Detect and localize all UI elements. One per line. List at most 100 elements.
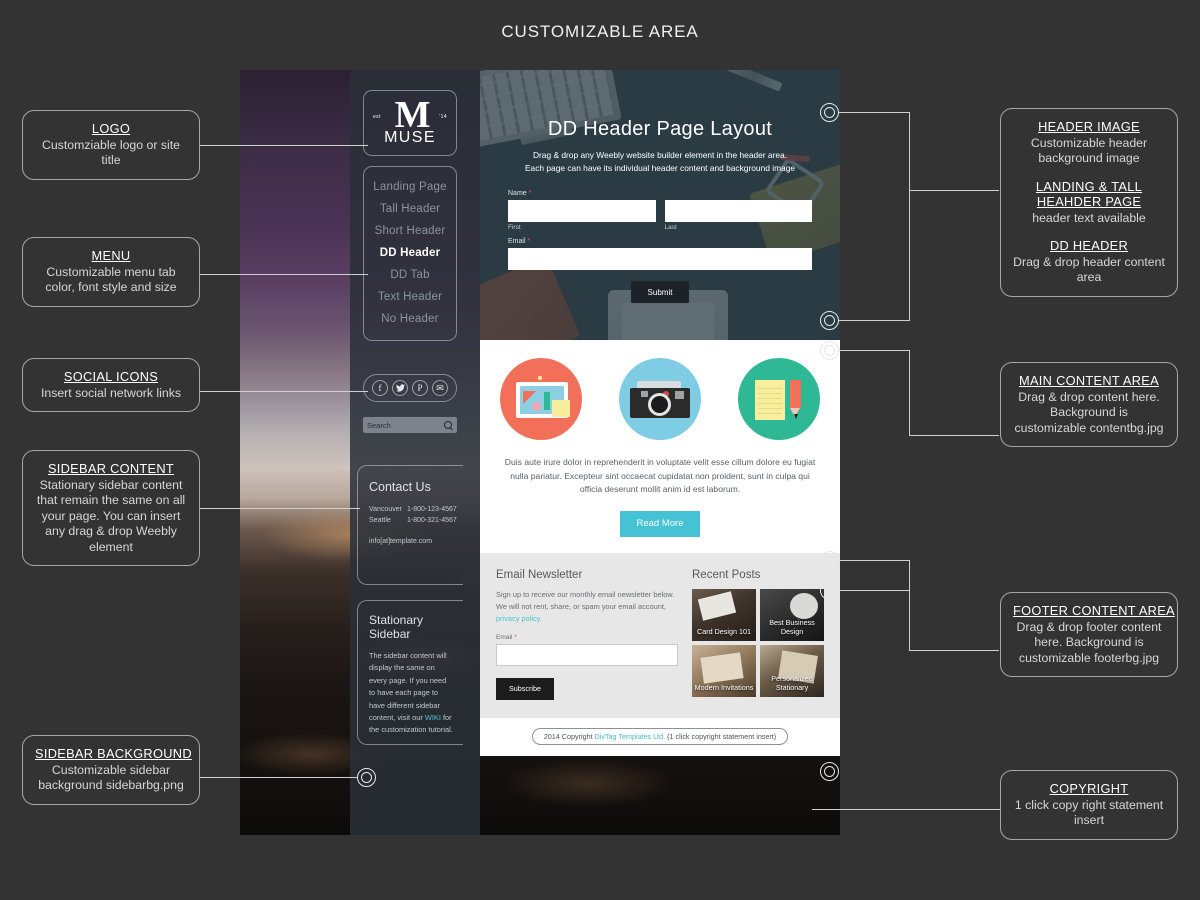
logo-mark: M est '14 [373,93,447,136]
recent-posts-grid: Card Design 101 Best Business Design Mod… [692,588,824,697]
twitter-icon[interactable] [392,380,408,396]
header-contact-form: Name * First Last Email * Submit [480,190,840,303]
post-thumbnail[interactable]: Modern Invitations [692,644,756,697]
marker-footer-bottom [820,762,839,781]
design-icon[interactable] [500,358,582,440]
diagram-stage: CUSTOMIZABLE AREA M est '14 MUSE Landing… [0,0,1200,900]
header-section: DD Header Page Layout Drag & drop any We… [480,70,840,340]
callout-menu: MENU Customizable menu tab color, font s… [22,237,200,307]
stationary-text-before: The sidebar content will display the sam… [369,651,447,723]
connector-main-v [909,350,910,435]
callout-title: HEADER IMAGE [1038,119,1140,134]
connector-header-v2 [909,190,910,320]
contact-row: Seattle 1-800-321-4567 [369,515,463,526]
main-content-section: Duis aute irure dolor in reprehenderit i… [480,340,840,553]
connector-main-top-h [838,350,910,351]
contact-email: info[at]template.com [369,538,433,545]
menu-item-dd-tab[interactable]: DD Tab [364,264,456,286]
post-thumbnail[interactable]: Best Business Design [760,588,824,641]
camera-icon[interactable] [619,358,701,440]
callout-title: LANDING & TALL HEAHDER PAGE [1035,178,1143,210]
callout-body: header text available [1032,210,1146,225]
copyright-bar: 2014 Copyright DivTag Templates Ltd. (1 … [480,717,840,756]
callout-title: DD HEADER [1049,238,1129,253]
email-icon[interactable]: ✉ [432,380,448,396]
callout-sidebar-content: SIDEBAR CONTENT Stationary sidebar conte… [22,450,200,566]
newsletter-email-input[interactable] [496,643,678,666]
logo-letter: M [394,93,431,136]
callout-title: MENU [91,248,131,263]
callout-body: Drag & drop footer content here. Backgro… [1016,619,1162,665]
connector-logo [200,145,368,146]
feature-icons-row [494,358,826,440]
connector-footer-h [909,650,999,651]
callout-title: COPYRIGHT [1049,781,1129,796]
callout-group: HEADER IMAGE Customizable header backgro… [1013,119,1165,167]
callout-body: Drag & drop content here. Background is … [1014,389,1164,435]
search-placeholder: Search [367,420,391,430]
last-name-input[interactable] [664,200,812,222]
header-heading: DD Header Page Layout [547,118,773,140]
contact-phone: 1-800-321-4567 [407,517,457,524]
menu-item-dd-header[interactable]: DD Header [364,242,456,264]
post-title: Best Business Design [769,617,815,636]
mockup-sidebar: M est '14 MUSE Landing Page Tall Header … [350,70,480,835]
callout-sidebar-background: SIDEBAR BACKGROUND Customizable sidebar … [22,735,200,805]
contact-city: Vancouver [369,506,402,513]
subscribe-button[interactable]: Subscribe [496,677,554,700]
menu-item-short-header[interactable]: Short Header [364,220,456,242]
divtag-link[interactable]: DivTag Templates Ltd. [595,732,666,741]
callout-body: Customizable sidebar background sidebarb… [38,762,184,793]
callout-social-icons: SOCIAL ICONS Insert social network links [22,358,200,412]
connector-menu [200,274,368,275]
post-thumbnail[interactable]: Personalized Stationary [760,644,824,697]
callout-group: DD HEADER Drag & drop header content are… [1013,238,1165,286]
connector-copyright [812,809,1000,810]
facebook-icon[interactable]: f [372,380,388,396]
copyright-statement: 2014 Copyright DivTag Templates Ltd. (1 … [531,728,789,745]
callout-group: LANDING & TALL HEAHDER PAGE header text … [1013,179,1165,227]
connector-social [200,391,368,392]
site-logo[interactable]: M est '14 MUSE [363,90,457,156]
newsletter-text-before: Sign up to receive our monthly email new… [496,589,675,611]
logo-year-text: '14 [439,113,447,120]
email-input[interactable] [508,248,812,270]
header-subtext-line1: Drag & drop any Weebly website builder e… [532,150,788,160]
callout-title: FOOTER CONTENT AREA [1013,603,1175,618]
menu-item-tall-header[interactable]: Tall Header [364,198,456,220]
privacy-policy-link[interactable]: privacy policy. [496,614,542,623]
menu-item-landing-page[interactable]: Landing Page [364,176,456,198]
notepad-icon[interactable] [738,358,820,440]
logo-est-text: est [373,113,381,120]
connector-footer-v2 [909,590,910,650]
footer-section: Email Newsletter Sign up to receive our … [480,552,840,718]
callout-title: MAIN CONTENT AREA [1019,373,1159,388]
first-name-input[interactable] [508,200,656,222]
wiki-link[interactable]: WIKI [425,713,441,722]
required-asterisk: * [514,633,517,641]
post-thumbnail[interactable]: Card Design 101 [692,588,756,641]
header-subtext: Drag & drop any Weebly website builder e… [480,149,840,174]
first-name-hint: First [508,224,521,231]
post-title: Personalized Stationary [771,673,813,692]
callout-body: Customziable logo or site title [41,137,181,168]
read-more-button[interactable]: Read More [620,510,700,537]
connector-header-mid-h [909,190,999,191]
callout-body: 1 click copy right statement insert [1014,797,1164,828]
marker-header-image [820,103,839,122]
menu-item-text-header[interactable]: Text Header [364,286,456,308]
required-asterisk: * [528,190,532,197]
menu-item-no-header[interactable]: No Header [364,308,456,330]
callout-body: Stationary sidebar content that remain t… [36,477,186,554]
last-name-hint: Last [664,224,677,231]
connector-main-h [909,435,999,436]
pinterest-icon[interactable]: P [412,380,428,396]
connector-footer-top-h [838,560,910,561]
submit-button[interactable]: Submit [631,281,689,303]
callout-title: SOCIAL ICONS [63,369,159,384]
search-input[interactable]: Search [363,417,457,433]
post-title: Card Design 101 [697,626,751,636]
stationary-sidebar-text: The sidebar content will display the sam… [369,650,453,737]
callout-footer-content-area: FOOTER CONTENT AREA Drag & drop footer c… [1000,592,1178,677]
marker-main-content-bottom [820,551,839,570]
